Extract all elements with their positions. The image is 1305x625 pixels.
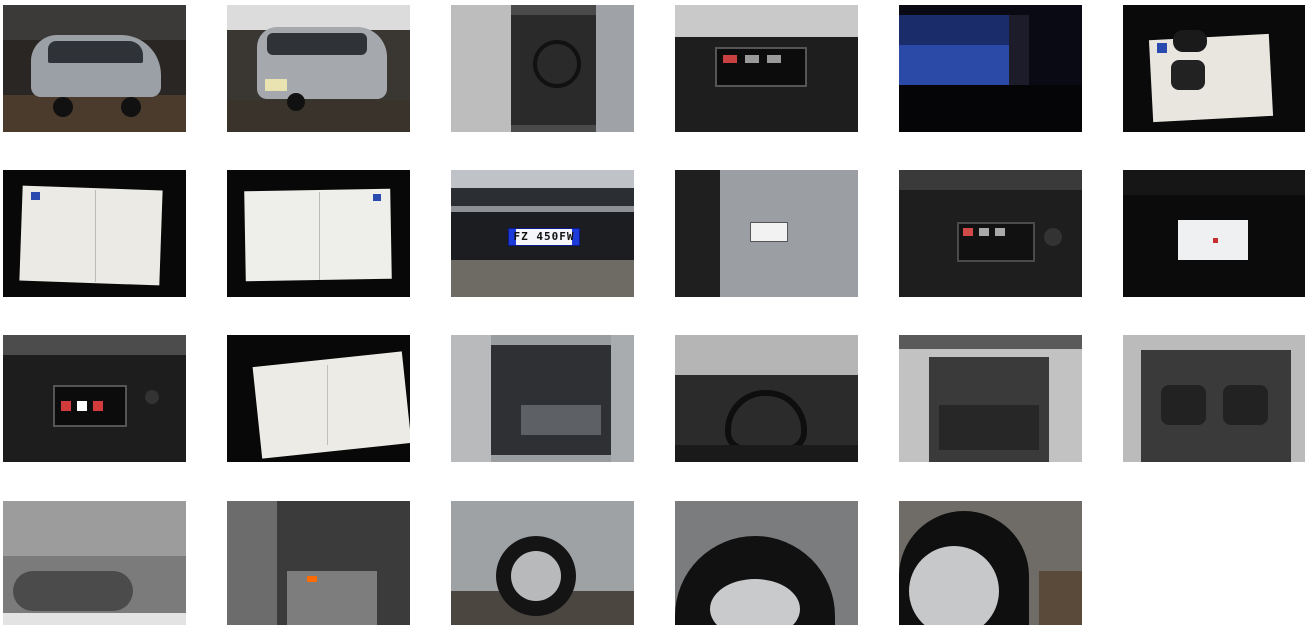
photo-gallery: FZ 450FW <box>0 0 1305 625</box>
license-plate-text: FZ 450FW <box>513 230 575 243</box>
photo-thumbnail[interactable] <box>3 5 186 132</box>
photo-thumbnail[interactable] <box>451 501 634 625</box>
photo-thumbnail[interactable] <box>899 501 1082 625</box>
photo-thumbnail[interactable] <box>899 335 1082 462</box>
photo-thumbnail[interactable] <box>899 5 1082 132</box>
photo-thumbnail[interactable] <box>1123 335 1305 462</box>
photo-thumbnail[interactable] <box>227 335 410 462</box>
photo-thumbnail[interactable] <box>1123 170 1305 297</box>
photo-thumbnail[interactable] <box>899 170 1082 297</box>
photo-thumbnail[interactable] <box>3 335 186 462</box>
photo-thumbnail[interactable] <box>3 501 186 625</box>
license-plate: FZ 450FW <box>508 228 580 246</box>
photo-thumbnail[interactable] <box>227 5 410 132</box>
photo-thumbnail[interactable] <box>675 501 858 625</box>
photo-thumbnail[interactable] <box>451 335 634 462</box>
photo-thumbnail[interactable] <box>1123 5 1305 132</box>
photo-thumbnail[interactable] <box>675 170 858 297</box>
photo-thumbnail[interactable] <box>227 170 410 297</box>
photo-thumbnail[interactable] <box>451 5 634 132</box>
photo-thumbnail[interactable] <box>3 170 186 297</box>
photo-thumbnail[interactable] <box>675 335 858 462</box>
photo-thumbnail[interactable]: FZ 450FW <box>451 170 634 297</box>
photo-thumbnail[interactable] <box>675 5 858 132</box>
photo-thumbnail[interactable] <box>227 501 410 625</box>
